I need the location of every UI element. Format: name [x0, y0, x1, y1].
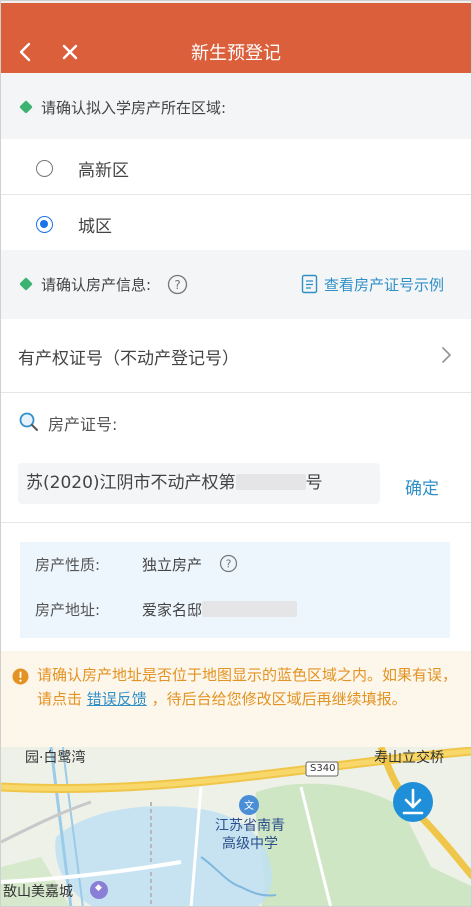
property-address-label: 房产地址:: [35, 601, 101, 619]
svg-text:?: ?: [174, 278, 180, 292]
warning-icon: [12, 668, 29, 685]
school-marker-icon: 文: [244, 801, 254, 812]
svg-text:?: ?: [226, 558, 232, 571]
area-section-label: 请确认拟入学房产所在区域:: [41, 99, 227, 117]
map-view[interactable]: 园·白鹭湾 寿山立交桥 S340 文 江苏省南青高级中学 敔山美嘉城 ◆: [1, 747, 471, 906]
property-nature-label: 房产性质:: [35, 556, 101, 574]
warning-text-after: ，待后台给您修改区域后再继续填报。: [151, 690, 407, 708]
error-feedback-link[interactable]: 错误反馈: [87, 690, 147, 708]
search-icon: [19, 412, 38, 431]
shopping-bag-icon: ◆: [95, 883, 102, 893]
cert-number-suffix: 号: [305, 473, 323, 493]
header-bar: 新生预登记: [1, 1, 471, 73]
property-nature-value: 独立房产: [142, 556, 203, 574]
area-option-chengqu-radio[interactable]: [36, 216, 53, 233]
road-shield-s340: S340: [310, 763, 336, 774]
chevron-right-icon: [442, 347, 451, 363]
map-label-bailuwan: 园·白鹭湾: [25, 750, 86, 766]
redacted-number: [235, 474, 306, 490]
help-circle-icon[interactable]: ?: [167, 274, 188, 295]
cert-type-selector[interactable]: 有产权证号（不动产登记号）: [1, 319, 471, 392]
map-label-shoushan-interchange: 寿山立交桥: [374, 750, 444, 766]
help-circle-icon[interactable]: ?: [219, 554, 238, 573]
property-info-section: 房产性质: 独立房产 ? 房产地址: 爱家名邸: [1, 523, 471, 651]
cert-number-label: 房产证号:: [48, 415, 118, 434]
cert-type-label: 有产权证号（不动产登记号）: [18, 349, 239, 369]
page-title: 新生预登记: [191, 43, 281, 64]
property-section-label: 请确认房产信息:: [41, 276, 152, 294]
property-address-text: 爱家名邸: [142, 601, 203, 619]
document-icon[interactable]: [301, 274, 318, 294]
property-info-card: 房产性质: 独立房产 ? 房产地址: 爱家名邸: [20, 542, 450, 638]
redacted-address: [202, 601, 298, 617]
map-label-school: 江苏省南青高级中学: [215, 818, 285, 852]
area-option-gaoxin-radio[interactable]: [36, 160, 53, 177]
address-warning: 请确认房产地址是否位于地图显示的蓝色区域之内。如果有误，请点击 错误反馈 ，待后…: [1, 651, 471, 747]
cert-number-block: 房产证号: 苏(2020)江阴市不动产权第 号 确定: [1, 393, 471, 522]
area-option-gaoxin-label: 高新区: [78, 161, 129, 181]
area-option-gaoxin[interactable]: 高新区: [1, 139, 471, 194]
map-label-mall: 敔山美嘉城: [3, 884, 73, 900]
area-option-chengqu-label: 城区: [78, 217, 112, 237]
green-dot-icon: [19, 277, 33, 291]
area-option-chengqu[interactable]: 城区: [1, 195, 471, 250]
view-cert-example-link[interactable]: 查看房产证号示例: [324, 274, 444, 295]
warning-text: 请确认房产地址是否位于地图显示的蓝色区域之内。如果有误，请点击 错误反馈 ，待后…: [37, 663, 457, 711]
screen: 新生预登记 请确认拟入学房产所在区域: 高新区 城区 请确认房产信息: ? 查看…: [0, 0, 472, 907]
cert-number-prefix: 苏(2020)江阴市不动产权第: [26, 473, 236, 493]
cert-number-input[interactable]: 苏(2020)江阴市不动产权第 号: [18, 463, 380, 504]
confirm-button[interactable]: 确定: [405, 474, 439, 499]
green-dot-icon: [19, 100, 33, 114]
area-section-header: 请确认拟入学房产所在区域:: [1, 73, 471, 139]
property-section-header: 请确认房产信息: ? 查看房产证号示例: [1, 250, 471, 319]
download-button[interactable]: [393, 782, 433, 822]
property-address-value: 爱家名邸: [142, 599, 298, 620]
